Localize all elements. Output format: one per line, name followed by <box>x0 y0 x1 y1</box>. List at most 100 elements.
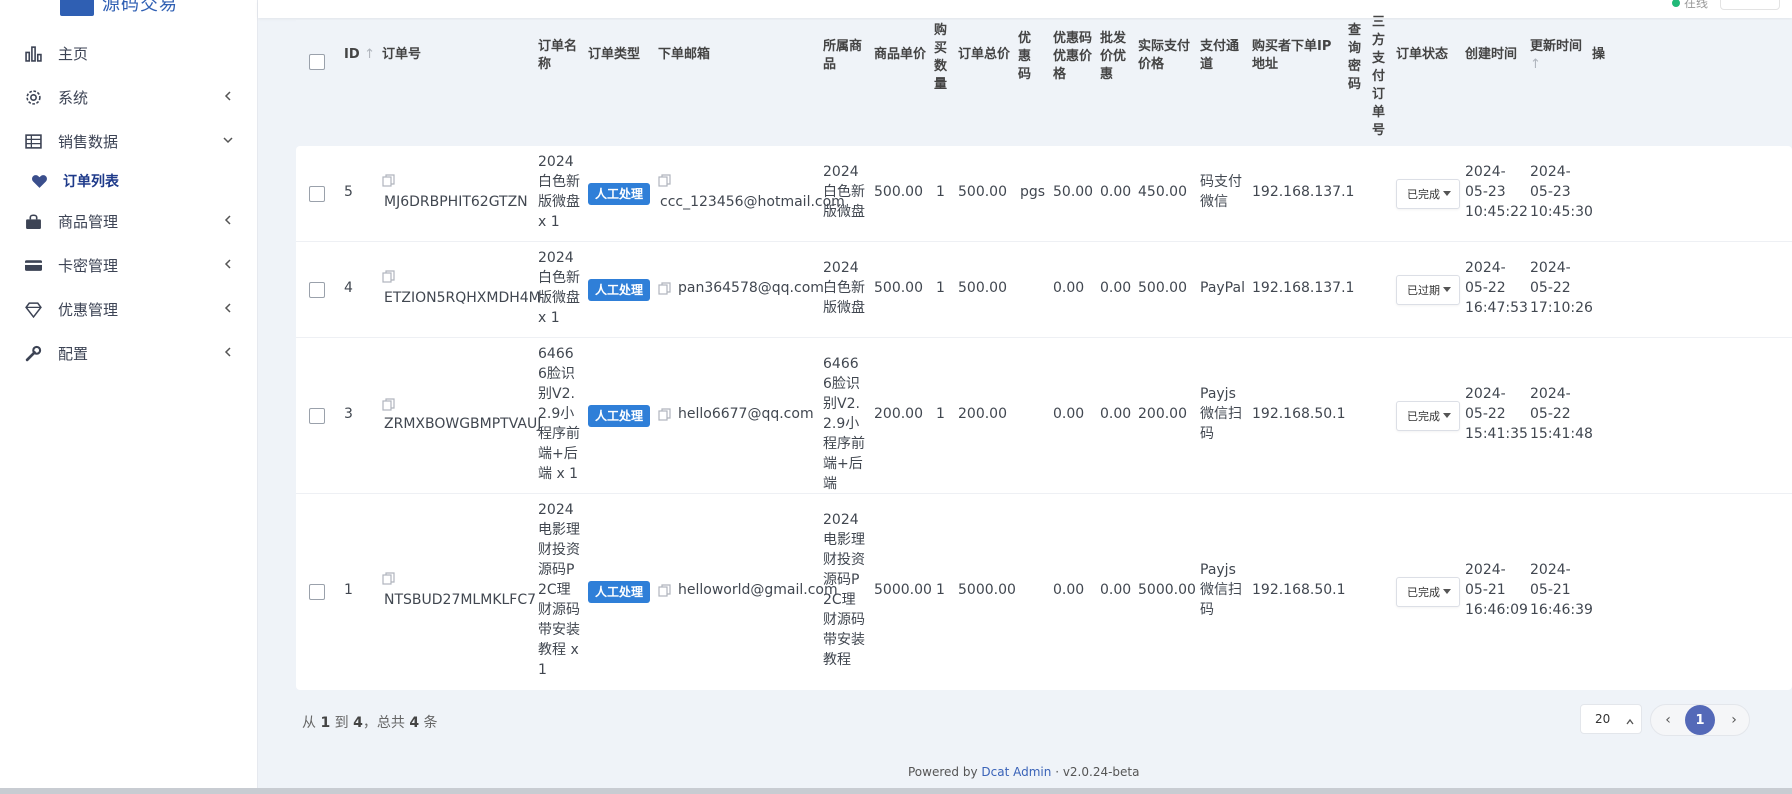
cell-email: helloworld@gmail.com <box>678 582 838 598</box>
header-total: 订单总价 <box>958 47 1011 62</box>
copy-icon[interactable] <box>382 174 395 187</box>
dropdown-arrow-icon <box>1443 287 1451 292</box>
cell-id: 4 <box>344 280 353 296</box>
cell-channel: 码支付微信 <box>1200 174 1242 210</box>
status-select[interactable]: 已过期 <box>1396 275 1460 305</box>
chevron-left-icon <box>222 302 236 316</box>
header-email: 下单邮箱 <box>658 47 711 62</box>
table-icon <box>24 132 42 150</box>
logo-mark-icon <box>60 0 94 16</box>
cell-qty: 1 <box>936 406 945 422</box>
pagination-info: 从 1 到 4，总共 4 条 <box>302 715 438 731</box>
sort-arrow-icon[interactable]: ↑ <box>1530 57 1541 72</box>
cell-wholesale: 0.00 <box>1100 406 1132 422</box>
cell-paid: 200.00 <box>1138 406 1187 422</box>
sidebar-item-orders[interactable]: 订单列表 <box>0 168 258 194</box>
cell-id: 5 <box>344 184 353 200</box>
sidebar-item-discounts[interactable]: 优惠管理 <box>0 294 258 324</box>
header-order-no: 订单号 <box>382 47 422 62</box>
user-menu[interactable] <box>1720 0 1780 10</box>
copy-icon[interactable] <box>658 282 671 295</box>
dropdown-arrow-icon <box>1443 191 1451 196</box>
online-status: 在线 <box>1672 0 1708 11</box>
header-ip: 购买者下单IP地址 <box>1252 39 1332 72</box>
sidebar-item-label: 优惠管理 <box>58 300 119 319</box>
cell-ip: 192.168.50.1 <box>1252 582 1346 598</box>
cell-updated: 2024-05-22 15:41:48 <box>1530 386 1593 442</box>
status-select[interactable]: 已完成 <box>1396 577 1460 607</box>
cell-created: 2024-05-23 10:45:22 <box>1465 164 1528 220</box>
header-qty: 购买数量 <box>934 23 948 92</box>
sidebar-item-label: 卡密管理 <box>58 256 119 275</box>
powered-by: Powered by Dcat Admin · v2.0.24-beta <box>908 765 1140 779</box>
cell-paid: 450.00 <box>1138 184 1187 200</box>
cell-email: pan364578@qq.com <box>678 280 824 296</box>
cell-order-name: 2024白色新版微盘 x 1 <box>538 250 580 326</box>
header-updated[interactable]: 更新时间 ↑ <box>1530 38 1582 74</box>
cell-updated: 2024-05-23 10:45:30 <box>1530 164 1593 220</box>
page-1-button[interactable]: 1 <box>1685 705 1715 735</box>
wrench-icon <box>24 344 42 362</box>
status-select[interactable]: 已完成 <box>1396 179 1460 209</box>
cell-qty: 1 <box>936 184 945 200</box>
logo[interactable]: 源码交易 <box>60 0 178 16</box>
row-checkbox[interactable] <box>309 186 325 202</box>
cell-coupon: pgs <box>1020 184 1046 200</box>
cell-channel: Payjs微信扫码 <box>1200 562 1242 618</box>
header-coupon-price: 优惠码优惠价格 <box>1053 31 1093 82</box>
cell-updated: 2024-05-22 17:10:26 <box>1530 260 1593 316</box>
online-label: 在线 <box>1684 0 1709 10</box>
copy-icon[interactable] <box>658 408 671 421</box>
horizontal-scrollbar[interactable] <box>0 788 1792 794</box>
copy-icon[interactable] <box>382 572 395 585</box>
status-select[interactable]: 已完成 <box>1396 401 1460 431</box>
table-row: 4 ETZION5RQHXMDH4M 2024白色新版微盘 x 1 人工处理 p… <box>296 242 1792 338</box>
cell-qty: 1 <box>936 280 945 296</box>
row-checkbox[interactable] <box>309 584 325 600</box>
sidebar-item-sales[interactable]: 销售数据 <box>0 126 258 156</box>
next-page-button[interactable]: › <box>1719 705 1749 735</box>
copy-icon[interactable] <box>658 584 671 597</box>
header-product: 所属商品 <box>823 39 863 72</box>
copy-icon[interactable] <box>382 270 395 283</box>
table-row: 1 NTSBUD27MLMKLFC7 2024电影理财投资源码P2C理财源码带安… <box>296 494 1792 690</box>
dcat-admin-link[interactable]: Dcat Admin <box>981 765 1051 779</box>
gear-icon <box>24 88 42 106</box>
sidebar-item-cards[interactable]: 卡密管理 <box>0 250 258 280</box>
cell-order-name: 64666脸识别V2.2.9小程序前端+后端 x 1 <box>538 346 580 482</box>
heart-icon <box>30 172 48 190</box>
sidebar-item-system[interactable]: 系统 <box>0 82 258 112</box>
sidebar-item-label: 主页 <box>58 44 89 63</box>
cell-product: 2024白色新版微盘 <box>823 164 865 220</box>
sidebar-item-config[interactable]: 配置 <box>0 338 258 368</box>
cell-ip: 192.168.137.1 <box>1252 184 1355 200</box>
dropdown-arrow-icon <box>1443 413 1451 418</box>
cell-total: 500.00 <box>958 280 1007 296</box>
header-order-type: 订单类型 <box>588 47 641 62</box>
table-row: 5 MJ6DRBPHIT62GTZN 2024白色新版微盘 x 1 人工处理 c… <box>296 146 1792 242</box>
cell-wholesale: 0.00 <box>1100 280 1132 296</box>
chevron-left-icon <box>222 346 236 360</box>
sidebar: 源码交易 主页 系统 销售数据 订单列表 商品管理 卡密管理 优惠管理 配置 <box>0 0 258 794</box>
cell-updated: 2024-05-21 16:46:39 <box>1530 562 1593 618</box>
row-checkbox[interactable] <box>309 408 325 424</box>
sidebar-item-home[interactable]: 主页 <box>0 38 258 68</box>
copy-icon[interactable] <box>382 398 395 411</box>
row-checkbox[interactable] <box>309 282 325 298</box>
per-page-select[interactable]: 20 <box>1580 704 1642 734</box>
sidebar-item-products[interactable]: 商品管理 <box>0 206 258 236</box>
main-content: 在线 ID ↑ 订单号 订单名称 订单类型 下单邮箱 所属商品 商品单价 购买数… <box>258 0 1792 794</box>
copy-icon[interactable] <box>658 174 671 187</box>
header-id[interactable]: ID ↑ <box>344 46 375 64</box>
select-all-checkbox[interactable] <box>309 54 325 70</box>
cell-total: 500.00 <box>958 184 1007 200</box>
dropdown-arrow-icon <box>1443 589 1451 594</box>
prev-page-button[interactable]: ‹ <box>1653 705 1683 735</box>
sort-arrow-icon[interactable]: ↑ <box>364 47 375 62</box>
table-body: 5 MJ6DRBPHIT62GTZN 2024白色新版微盘 x 1 人工处理 c… <box>296 146 1792 690</box>
cell-coupon-price: 0.00 <box>1053 280 1085 296</box>
cell-total: 5000.00 <box>958 582 1016 598</box>
chevron-left-icon <box>222 214 236 228</box>
cell-order-no: ZRMXBOWGBMPTVAUJ <box>384 416 542 432</box>
sidebar-item-label: 配置 <box>58 344 89 363</box>
